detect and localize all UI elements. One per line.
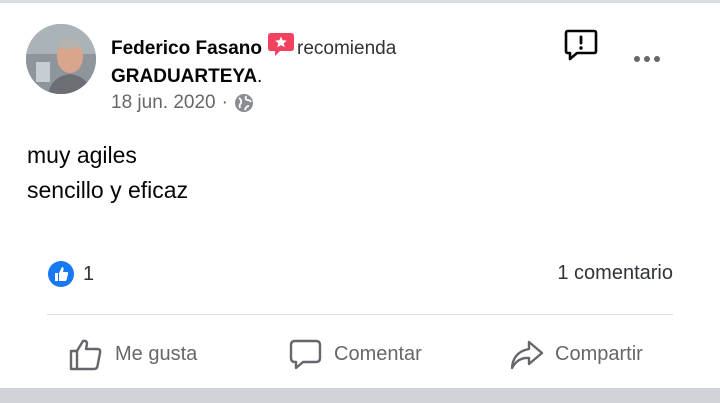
post-body-line-1: muy agiles <box>27 142 137 168</box>
post-card: Federico Fasano recomienda GRADUARTEYA. … <box>0 3 720 388</box>
report-icon[interactable] <box>563 27 599 63</box>
page-suffix: . <box>257 66 263 87</box>
share-button[interactable]: Compartir <box>509 334 643 374</box>
share-arrow-icon <box>510 340 544 369</box>
post-date[interactable]: 18 jun. 2020 <box>111 92 216 114</box>
comment-button[interactable]: Comentar <box>288 334 422 374</box>
reactions-summary[interactable]: 1 <box>47 260 94 288</box>
like-badge-icon <box>48 261 74 287</box>
more-options-icon[interactable] <box>630 49 664 69</box>
post-meta: 18 jun. 2020 · <box>111 92 254 114</box>
like-count: 1 <box>83 262 95 285</box>
globe-icon <box>234 94 253 112</box>
thumbs-up-icon <box>69 339 102 371</box>
post-body-line-2: sencillo y eficaz <box>27 177 189 203</box>
feed-separator <box>0 388 720 403</box>
post-header: Federico Fasano recomienda GRADUARTEYA. <box>111 33 531 91</box>
meta-separator: · <box>221 92 228 113</box>
author-name[interactable]: Federico Fasano <box>111 38 262 59</box>
post-body: muy agiles sencillo y eficaz <box>27 138 188 208</box>
avatar[interactable] <box>26 24 96 94</box>
comment-label: Comentar <box>334 342 422 365</box>
comments-count[interactable]: 1 comentario <box>557 262 673 285</box>
share-label: Compartir <box>555 342 643 365</box>
comment-bubble-icon <box>289 339 322 369</box>
divider <box>47 314 673 315</box>
avatar-photo <box>26 24 96 94</box>
recommend-star-icon <box>268 33 294 56</box>
like-label: Me gusta <box>115 342 198 365</box>
recommend-verb: recomienda <box>297 38 397 59</box>
page-name[interactable]: GRADUARTEYA <box>111 66 257 87</box>
like-button[interactable]: Me gusta <box>68 334 197 374</box>
